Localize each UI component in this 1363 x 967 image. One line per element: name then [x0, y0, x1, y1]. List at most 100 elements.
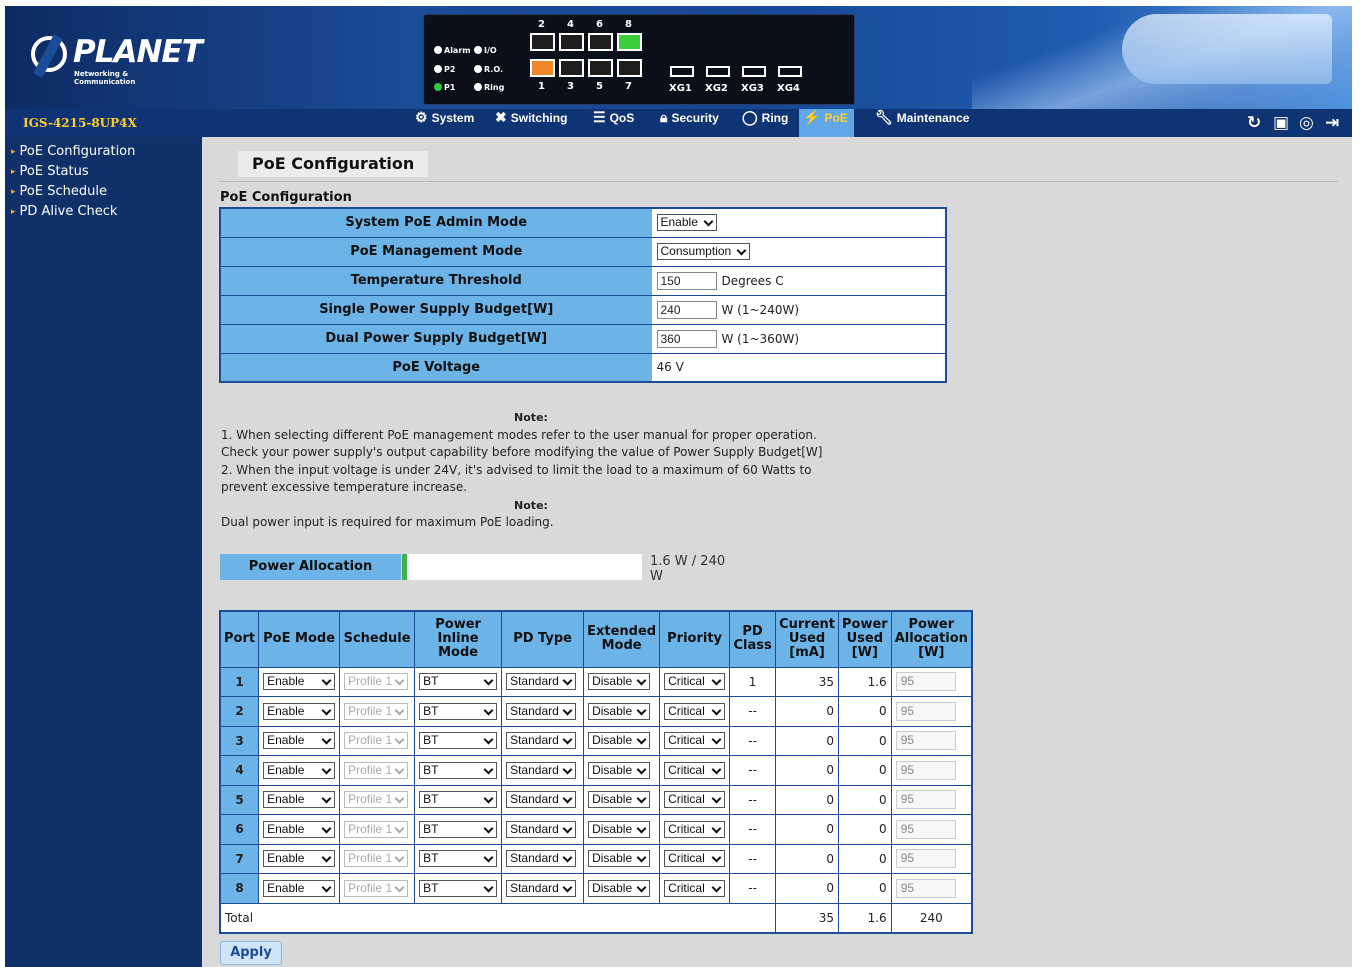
extended-mode-select[interactable]: Disable [588, 702, 651, 720]
menu-system[interactable]: ⚙ System [411, 109, 480, 137]
menu-poe[interactable]: ⚡ PoE [799, 109, 854, 137]
pd-type-select[interactable]: Standard [506, 761, 577, 779]
extended-mode-select[interactable]: Disable [588, 761, 651, 779]
port-1-icon[interactable] [530, 59, 555, 77]
refresh-icon[interactable]: ↻ [1247, 113, 1261, 133]
allocation-input[interactable]: 95 [895, 760, 956, 780]
allocation-input[interactable]: 95 [895, 878, 956, 898]
sidebar-item-poe-configuration[interactable]: PoE Configuration [5, 142, 202, 162]
pd-type-select[interactable]: Standard [506, 850, 577, 868]
menu-switching[interactable]: ✖ Switching [491, 109, 573, 137]
inline-mode-select[interactable]: BT [419, 879, 498, 897]
sfp-port-xg3-icon[interactable] [742, 66, 766, 77]
logout-icon[interactable]: ⇥ [1325, 113, 1339, 133]
sidebar-item-poe-schedule[interactable]: PoE Schedule [5, 182, 202, 202]
sidebar-item-poe-status[interactable]: PoE Status [5, 162, 202, 182]
port-8-icon[interactable] [617, 33, 642, 51]
allocation-input[interactable]: 95 [895, 701, 956, 721]
pd-type-select[interactable]: Standard [506, 673, 577, 691]
allocation-input[interactable]: 95 [895, 731, 956, 751]
sfp-port-xg4-icon[interactable] [778, 66, 802, 77]
priority-select[interactable]: Critical [664, 820, 726, 838]
allocation-input[interactable]: 95 [895, 790, 956, 810]
menu-maintenance[interactable]: 🔧︎ Maintenance [871, 109, 975, 137]
port-5-icon[interactable] [588, 59, 613, 77]
inline-mode-select[interactable]: BT [419, 761, 498, 779]
single-budget-unit: W (1~240W) [721, 302, 800, 317]
port-number: 2 [538, 19, 545, 30]
port-number: 1 [538, 81, 545, 92]
poe-mode-select[interactable]: Enable [263, 850, 336, 868]
priority-select[interactable]: Critical [664, 732, 726, 750]
priority-select[interactable]: Critical [664, 702, 726, 720]
ring-icon: ◯ [742, 109, 758, 125]
save-icon[interactable]: ▣ [1273, 113, 1289, 133]
extended-mode-select[interactable]: Disable [588, 820, 651, 838]
port-number: 5 [596, 81, 603, 92]
allocation-input[interactable]: 95 [895, 819, 956, 839]
pd-type-select[interactable]: Standard [506, 702, 577, 720]
total-label: Total [219, 902, 777, 933]
admin-mode-select[interactable]: Enable [656, 214, 717, 232]
power-allocation-value: 1.6 W / 240 W [650, 554, 726, 584]
extended-mode-select[interactable]: Disable [588, 732, 651, 750]
sidebar-item-pd-alive-check[interactable]: PD Alive Check [5, 202, 202, 222]
menu-ring[interactable]: ◯ Ring [738, 109, 794, 137]
port-6-icon[interactable] [588, 33, 613, 51]
allocation-input[interactable]: 95 [895, 849, 956, 869]
inline-mode-select[interactable]: BT [419, 702, 498, 720]
priority-select[interactable]: Critical [664, 673, 726, 691]
temp-threshold-cell: 150 Degrees C [652, 266, 946, 296]
inline-mode-select[interactable]: BT [419, 850, 498, 868]
poe-mode-select[interactable]: Enable [263, 732, 336, 750]
extended-mode-cell: Disable [583, 784, 661, 815]
pd-type-select[interactable]: Standard [506, 732, 577, 750]
priority-select[interactable]: Critical [664, 850, 726, 868]
pd-type-select[interactable]: Standard [506, 791, 577, 809]
inline-mode-select[interactable]: BT [419, 791, 498, 809]
poe-mode-select[interactable]: Enable [263, 761, 336, 779]
single-budget-input[interactable]: 240 [656, 300, 717, 319]
extended-mode-select[interactable]: Disable [588, 791, 651, 809]
allocation-input[interactable]: 95 [895, 672, 956, 692]
dual-budget-input[interactable]: 360 [656, 329, 717, 348]
inline-mode-cell: BT [414, 873, 503, 904]
sfp-port-xg1-icon[interactable] [670, 66, 694, 77]
help-icon[interactable]: ◎ [1299, 113, 1314, 133]
poe-mode-select[interactable]: Enable [263, 791, 336, 809]
col-poe-mode: PoE Mode [258, 610, 341, 668]
inline-mode-select[interactable]: BT [419, 732, 498, 750]
menu-security[interactable]: 🔒︎ Security [656, 109, 725, 137]
poe-mode-select[interactable]: Enable [263, 879, 336, 897]
pd-type-select[interactable]: Standard [506, 879, 577, 897]
apply-button[interactable]: Apply [220, 941, 282, 965]
port-3-icon[interactable] [559, 59, 584, 77]
col-schedule: Schedule [339, 610, 416, 668]
port-7-icon[interactable] [617, 59, 642, 77]
poe-mode-select[interactable]: Enable [263, 820, 336, 838]
mgmt-mode-select[interactable]: Consumption [656, 243, 751, 260]
pd-type-cell: Standard [501, 814, 585, 845]
poe-mode-select[interactable]: Enable [263, 702, 336, 720]
dual-budget-label: Dual Power Supply Budget[W] [220, 324, 653, 354]
poe-mode-select[interactable]: Enable [263, 673, 336, 691]
menu-qos[interactable]: ☰ QoS [589, 109, 640, 137]
pd-type-select[interactable]: Standard [506, 820, 577, 838]
sfp-port-xg2-icon[interactable] [706, 66, 730, 77]
extended-mode-select[interactable]: Disable [588, 879, 651, 897]
poe-mode-cell: Enable [258, 755, 341, 786]
priority-select[interactable]: Critical [664, 761, 726, 779]
pd-type-cell: Standard [501, 755, 585, 786]
extended-mode-select[interactable]: Disable [588, 850, 651, 868]
priority-select[interactable]: Critical [664, 879, 726, 897]
poe-mode-cell: Enable [258, 784, 341, 815]
inline-mode-select[interactable]: BT [419, 820, 498, 838]
extended-mode-select[interactable]: Disable [588, 673, 651, 691]
inline-mode-select[interactable]: BT [419, 673, 498, 691]
port-4-icon[interactable] [559, 33, 584, 51]
temp-threshold-input[interactable]: 150 [656, 271, 717, 290]
port-2-icon[interactable] [530, 33, 555, 51]
pd-type-cell: Standard [501, 666, 585, 697]
inline-mode-cell: BT [414, 725, 503, 756]
priority-select[interactable]: Critical [664, 791, 726, 809]
